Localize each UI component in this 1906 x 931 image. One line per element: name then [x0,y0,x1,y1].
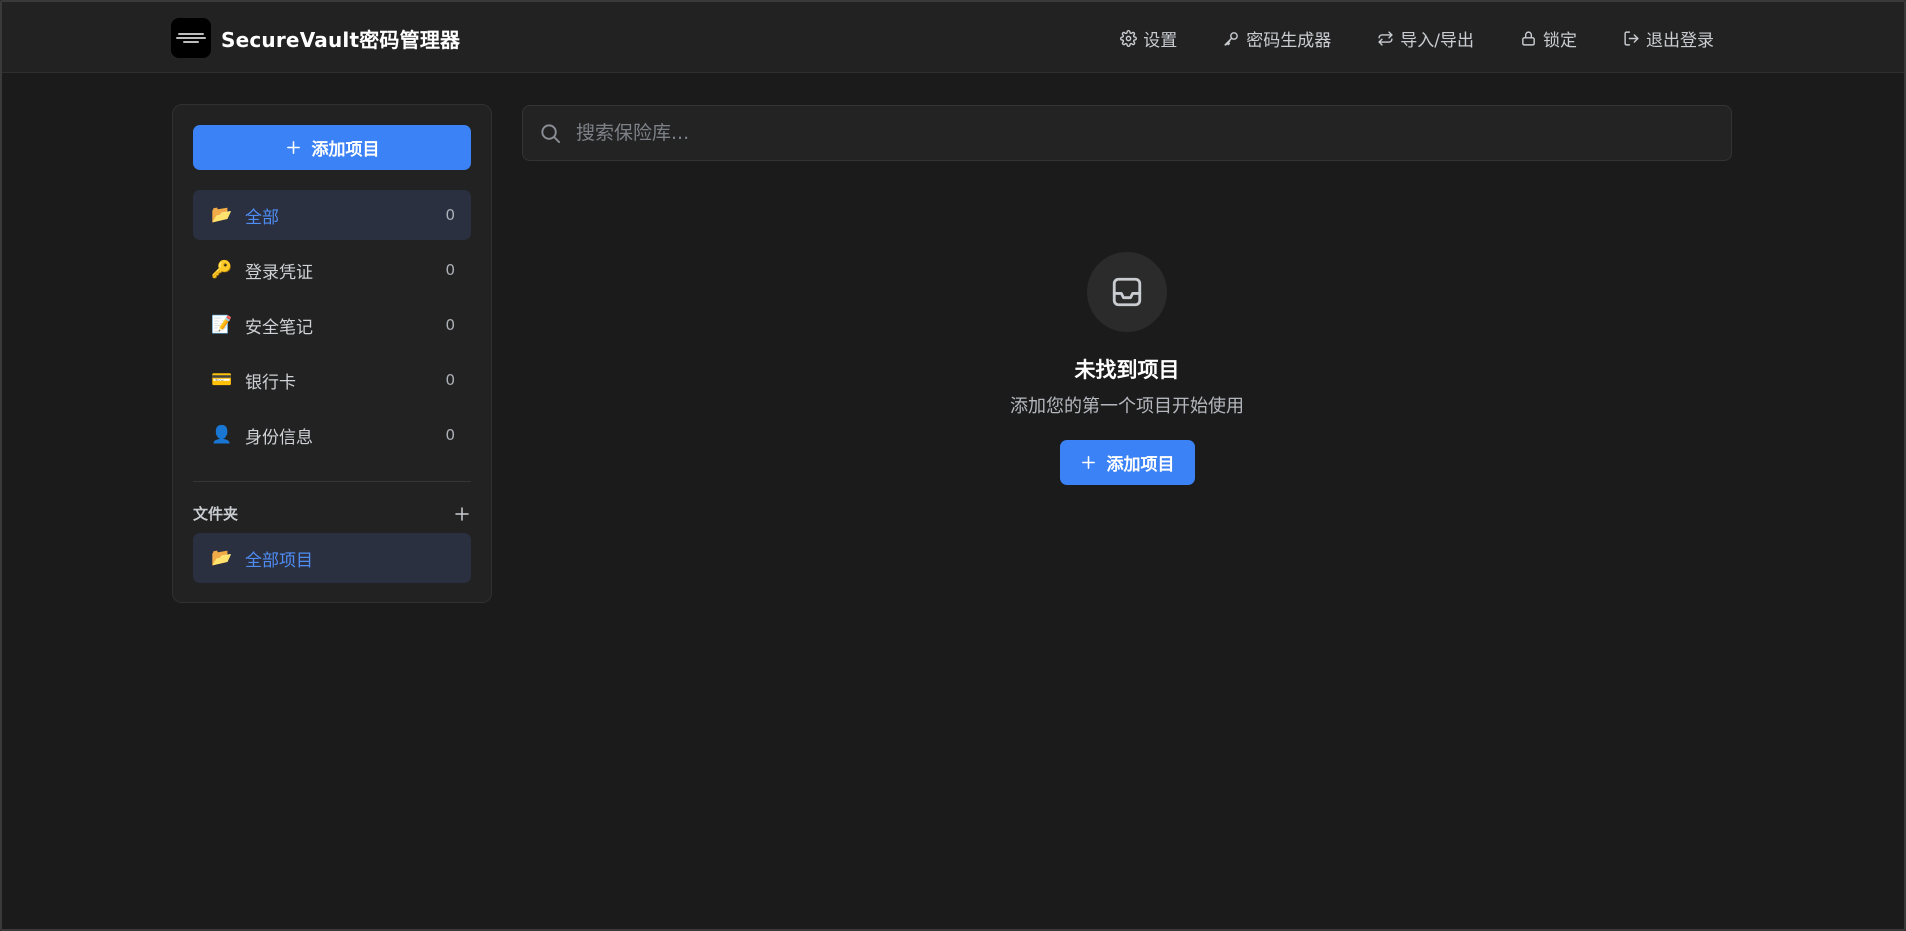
app-window: SecureVault密码管理器 设置 密码生成器 导入/导出 锁定 退出登录 … [0,0,1906,931]
add-item-label: 添加项目 [1106,455,1175,475]
lock-icon [1522,31,1535,46]
category-item-cards[interactable]: 💳 银行卡 0 [193,355,471,405]
empty-state-subtitle: 添加您的第一个项目开始使用 [1010,396,1244,417]
app-logo [171,18,211,58]
note-icon: 📝 [211,315,233,335]
top-header: SecureVault密码管理器 设置 密码生成器 导入/导出 锁定 退出登录 [2,2,1904,73]
sidebar-add-item-label: 添加项目 [311,140,380,160]
top-nav: 设置 密码生成器 导入/导出 锁定 退出登录 [1074,26,1714,51]
plus-icon [1081,456,1095,469]
brand[interactable]: SecureVault密码管理器 [171,18,460,58]
logout-icon [1624,31,1639,46]
category-count: 0 [445,426,455,444]
category-count: 0 [445,206,455,224]
nav-import-export-label: 导入/导出 [1400,31,1474,51]
nav-settings-button[interactable]: 设置 [1120,26,1177,51]
key-icon: 🔑 [211,260,233,280]
folder-icon: 📂 [211,548,233,568]
search-icon [541,123,561,143]
nav-settings-label: 设置 [1143,31,1178,51]
folders-header: 文件夹 [193,503,471,524]
sidebar-divider [193,481,471,482]
empty-state-icon-circle [1087,252,1167,332]
category-item-all[interactable]: 📂 全部 0 [193,190,471,240]
nav-lock-button[interactable]: 锁定 [1520,26,1577,51]
category-count: 0 [445,371,455,389]
arrows-swap-icon [1378,31,1393,46]
nav-import-export-button[interactable]: 导入/导出 [1377,26,1474,51]
category-label: 安全笔记 [245,317,313,338]
key-icon [1224,32,1239,46]
category-list: 📂 全部 0 🔑 登录凭证 0 📝 安全笔记 0 💳 银行卡 0 👤 身份信息 … [193,190,471,465]
add-folder-icon[interactable] [453,505,471,523]
inbox-icon [1112,277,1142,307]
nav-lock-label: 锁定 [1543,31,1577,51]
nav-logout-button[interactable]: 退出登录 [1623,26,1714,51]
nav-generator-label: 密码生成器 [1246,31,1332,51]
search-bar [522,105,1732,161]
category-item-secure-notes[interactable]: 📝 安全笔记 0 [193,300,471,350]
app-title: SecureVault密码管理器 [221,27,461,52]
identity-icon: 👤 [211,425,233,445]
sidebar-add-item-button[interactable]: 添加项目 [193,125,471,170]
nav-logout-label: 退出登录 [1646,31,1714,51]
empty-state-title: 未找到项目 [1074,358,1180,382]
folder-icon: 📂 [211,205,233,225]
credit-card-icon: 💳 [211,370,233,390]
category-label: 银行卡 [245,372,296,393]
category-item-identities[interactable]: 👤 身份信息 0 [193,410,471,460]
add-item-button[interactable]: 添加项目 [1059,440,1195,485]
category-label: 登录凭证 [245,262,313,283]
folders-title: 文件夹 [193,505,239,523]
nav-generator-button[interactable]: 密码生成器 [1223,26,1331,51]
gear-icon [1120,30,1138,47]
category-count: 0 [445,261,455,279]
category-item-logins[interactable]: 🔑 登录凭证 0 [193,245,471,295]
sidebar: 添加项目 📂 全部 0 🔑 登录凭证 0 📝 安全笔记 0 💳 银行卡 0 👤 … [172,104,492,603]
plus-icon [286,141,300,154]
category-label: 身份信息 [245,427,313,448]
folder-item-all[interactable]: 📂 全部项目 [193,533,471,583]
empty-state: 未找到项目 添加您的第一个项目开始使用 添加项目 [922,252,1332,485]
category-label: 全部 [245,207,279,228]
category-count: 0 [445,316,455,334]
search-input[interactable] [574,113,1731,153]
folder-label: 全部项目 [245,550,313,571]
